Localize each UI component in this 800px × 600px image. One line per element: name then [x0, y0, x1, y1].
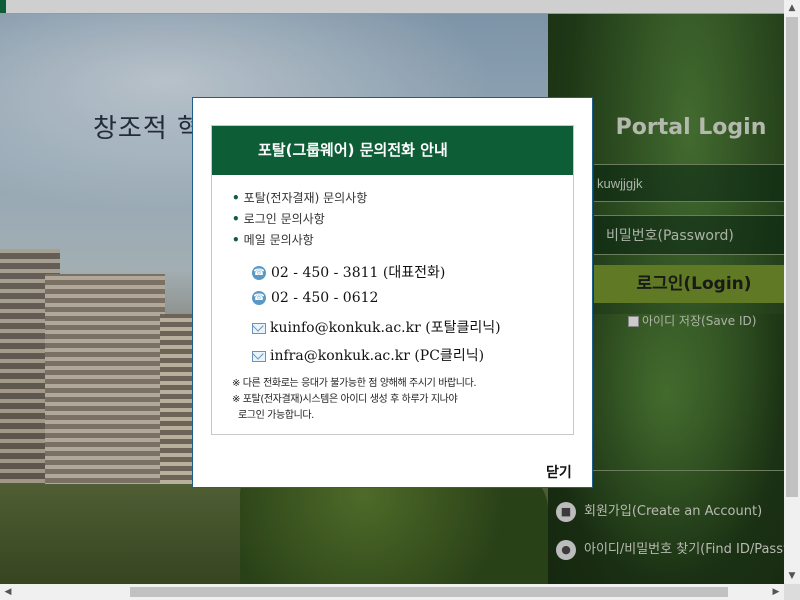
scroll-right-icon[interactable]: ▶	[768, 584, 784, 600]
bullet-icon: •	[232, 212, 240, 226]
phone-icon: ☎	[252, 266, 266, 280]
list-item: • 포탈(전자결재) 문의사항	[232, 188, 367, 209]
phone-main: ☎ 02 - 450 - 3811 (대표전화)	[252, 262, 445, 282]
inquiry-item-label: 로그인 문의사항	[243, 212, 325, 226]
note-line: ※ 다른 전화로는 응대가 불가능한 점 양해해 주시기 바랍니다.	[232, 378, 477, 389]
email-portal-text: kuinfo@konkuk.ac.kr (포탈클리닉)	[270, 320, 501, 336]
mail-icon	[252, 322, 266, 334]
horizontal-scroll-thumb[interactable]	[130, 587, 728, 597]
inquiry-item-label: 메일 문의사항	[243, 233, 314, 247]
email-pc-text: infra@konkuk.ac.kr (PC클리닉)	[270, 348, 485, 364]
scroll-left-icon[interactable]: ◀	[0, 584, 16, 600]
horizontal-scrollbar[interactable]: ◀ ▶	[0, 584, 784, 600]
top-strip-accent	[0, 0, 6, 13]
email-portal-clinic[interactable]: kuinfo@konkuk.ac.kr (포탈클리닉)	[252, 317, 501, 337]
phone-main-text: 02 - 450 - 3811 (대표전화)	[271, 265, 446, 281]
close-button[interactable]: 닫기	[546, 462, 572, 482]
vertical-scroll-thumb[interactable]	[786, 17, 798, 497]
scroll-down-icon[interactable]: ▼	[784, 568, 800, 584]
phone-secondary: ☎ 02 - 450 - 0612	[252, 290, 378, 306]
note-line: ※ 포탈(전자결재)시스템은 아이디 생성 후 하루가 지나야	[232, 394, 458, 405]
bullet-icon: •	[232, 191, 240, 205]
scroll-up-icon[interactable]: ▲	[784, 0, 800, 16]
mail-icon	[252, 350, 266, 362]
email-pc-clinic[interactable]: infra@konkuk.ac.kr (PC클리닉)	[252, 345, 484, 365]
phone-icon: ☎	[252, 291, 266, 305]
inquiry-list: • 포탈(전자결재) 문의사항 • 로그인 문의사항 • 메일 문의사항	[232, 188, 367, 251]
list-item: • 로그인 문의사항	[232, 209, 367, 230]
note-line: 로그인 가능합니다.	[238, 410, 314, 421]
list-item: • 메일 문의사항	[232, 230, 367, 251]
scrollbar-corner	[784, 584, 800, 600]
modal-notes: ※ 다른 전화로는 응대가 불가능한 점 양해해 주시기 바랍니다. ※ 포탈(…	[232, 376, 477, 424]
bullet-icon: •	[232, 233, 240, 247]
contact-info-modal: 포탈(그룹웨어) 문의전화 안내 • 포탈(전자결재) 문의사항 • 로그인 문의사…	[192, 97, 593, 488]
top-toolbar-strip	[0, 0, 784, 14]
vertical-scrollbar[interactable]: ▲ ▼	[784, 0, 800, 584]
modal-title: 포탈(그룹웨어) 문의전화 안내	[212, 126, 573, 175]
phone-secondary-text: 02 - 450 - 0612	[271, 290, 379, 306]
inquiry-item-label: 포탈(전자결재) 문의사항	[243, 191, 368, 205]
modal-content-box: 포탈(그룹웨어) 문의전화 안내 • 포탈(전자결재) 문의사항 • 로그인 문의사…	[211, 125, 574, 435]
